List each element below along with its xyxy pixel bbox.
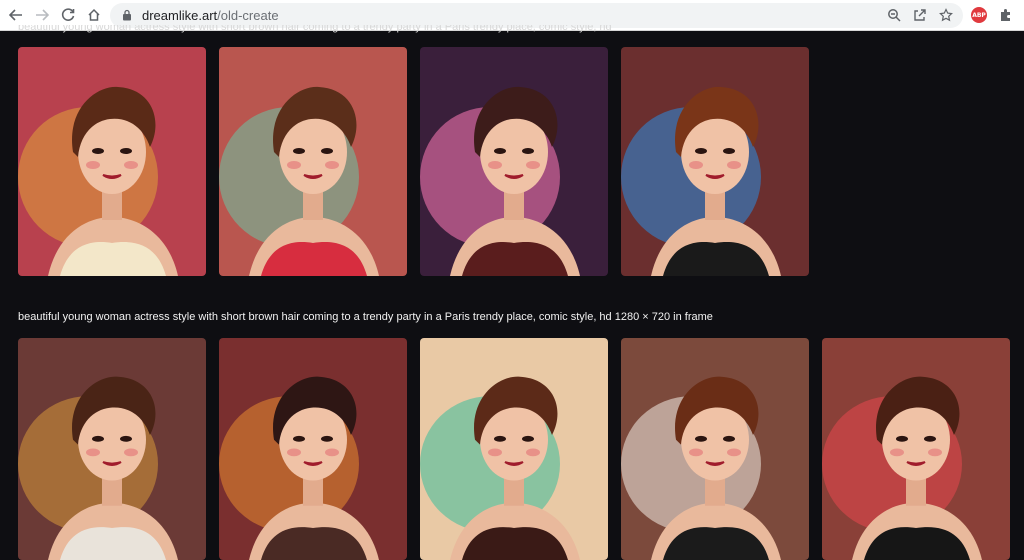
left-eye [896,435,908,442]
url-host: dreamlike.art [142,8,218,23]
left-blush [488,161,502,169]
right-eye [321,148,333,154]
adblock-plus-icon[interactable]: ABP [971,7,987,23]
generated-image[interactable] [621,338,809,560]
right-eye [321,435,333,442]
previous-caption: beautiful young woman actress style with… [18,25,718,34]
left-blush [689,448,703,457]
left-eye [293,435,305,442]
left-blush [86,448,100,457]
right-eye [522,435,534,442]
generated-image[interactable] [822,338,1010,560]
right-blush [325,161,339,169]
generated-image[interactable] [621,47,809,276]
right-eye [522,148,534,154]
left-blush [488,448,502,457]
portrait-illustration [219,338,407,560]
generated-image[interactable] [18,47,206,276]
portrait-illustration [18,338,206,560]
url-text[interactable]: dreamlike.art/old-create [142,8,279,23]
portrait-illustration [822,338,1010,560]
generated-image[interactable] [420,47,608,276]
prompt-caption: beautiful young woman actress style with… [18,311,713,323]
right-blush [526,161,540,169]
home-icon[interactable] [83,4,105,26]
extensions-puzzle-icon[interactable] [995,4,1017,26]
portrait-illustration [420,338,608,560]
generated-image[interactable] [219,47,407,276]
right-blush [526,448,540,457]
left-eye [92,148,104,154]
left-blush [287,161,301,169]
portrait-illustration [18,47,206,276]
right-blush [727,161,741,169]
right-eye [723,148,735,154]
generated-image[interactable] [420,338,608,560]
right-blush [124,448,138,457]
right-blush [325,448,339,457]
right-blush [727,448,741,457]
right-eye [120,435,132,442]
left-blush [890,448,904,457]
portrait-illustration [420,47,608,276]
left-eye [695,435,707,442]
url-path: /old-create [217,8,279,23]
left-eye [494,435,506,442]
gallery-page: beautiful young woman actress style with… [0,25,1024,560]
lock-icon[interactable] [120,8,134,22]
generated-image[interactable] [219,338,407,560]
portrait-illustration [219,47,407,276]
previous-caption-text: beautiful young woman actress style with… [18,25,612,33]
left-eye [293,148,305,154]
forward-arrow-icon[interactable] [31,4,53,26]
star-icon[interactable] [935,4,957,26]
right-blush [928,448,942,457]
left-eye [494,148,506,154]
page-scrollbar[interactable] [1018,31,1024,560]
left-eye [92,435,104,442]
right-blush [124,161,138,169]
left-eye [695,148,707,154]
left-blush [689,161,703,169]
portrait-illustration [621,338,809,560]
right-eye [924,435,936,442]
share-icon[interactable] [909,4,931,26]
left-blush [287,448,301,457]
zoom-icon[interactable] [883,4,905,26]
back-arrow-icon[interactable] [5,4,27,26]
right-eye [723,435,735,442]
reload-icon[interactable] [57,4,79,26]
portrait-illustration [621,47,809,276]
right-eye [120,148,132,154]
left-blush [86,161,100,169]
generated-image[interactable] [18,338,206,560]
